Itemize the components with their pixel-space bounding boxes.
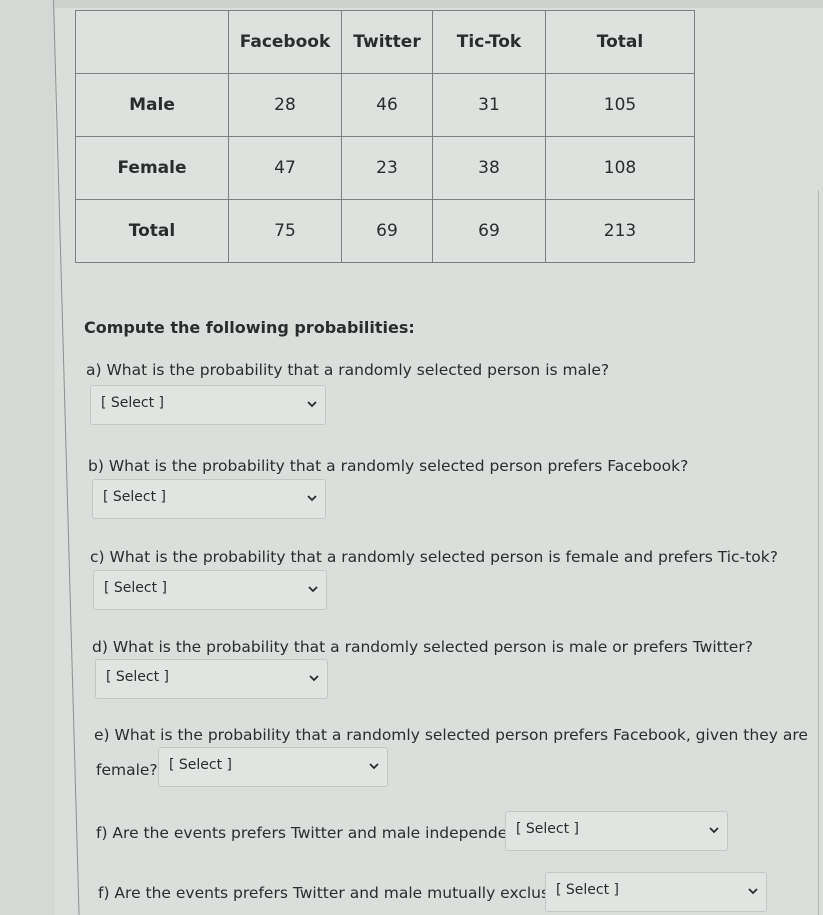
row-label: Male: [75, 73, 229, 137]
question-e-text: e) What is the probability that a random…: [94, 726, 808, 744]
column-header-tictok: Tic-Tok: [432, 10, 546, 74]
question-c-dropdown[interactable]: [ Select ]: [93, 570, 327, 610]
question-e-text-continued: female?: [96, 761, 158, 779]
question-a-text: a) What is the probability that a random…: [86, 361, 610, 379]
table-cell: 213: [545, 199, 695, 263]
dropdown-value: [ Select ]: [516, 821, 580, 837]
dropdown-value: [ Select ]: [103, 489, 167, 505]
dropdown-value: [ Select ]: [104, 580, 168, 596]
instructions-heading: Compute the following probabilities:: [84, 318, 415, 337]
chevron-down-icon: [305, 397, 319, 411]
table-cell: 46: [341, 73, 433, 137]
question-f-independent-text: f) Are the events prefers Twitter and ma…: [96, 824, 532, 842]
table-cell: 105: [545, 73, 695, 137]
quiz-question-content: Facebook Twitter Tic-Tok Total Male 28 4…: [0, 0, 823, 915]
question-c-text: c) What is the probability that a random…: [90, 548, 778, 566]
question-f-independent-dropdown[interactable]: [ Select ]: [505, 811, 728, 851]
chevron-down-icon: [707, 823, 721, 837]
question-f-exclusive-dropdown[interactable]: [ Select ]: [545, 872, 767, 912]
table-row-total: Total 75 69 69 213: [75, 199, 695, 263]
table-row-male: Male 28 46 31 105: [75, 73, 695, 137]
question-e-dropdown[interactable]: [ Select ]: [158, 747, 388, 787]
table-cell: 31: [432, 73, 546, 137]
dropdown-value: [ Select ]: [169, 757, 233, 773]
column-header-twitter: Twitter: [341, 10, 433, 74]
table-cell: 69: [432, 199, 546, 263]
row-label: Female: [75, 136, 229, 200]
table-cell: 28: [228, 73, 342, 137]
column-header-total: Total: [545, 10, 695, 74]
question-a-dropdown[interactable]: [ Select ]: [90, 385, 326, 425]
dropdown-value: [ Select ]: [101, 395, 165, 411]
question-d-dropdown[interactable]: [ Select ]: [95, 659, 328, 699]
table-header-row: Facebook Twitter Tic-Tok Total: [75, 10, 695, 74]
table-cell: 38: [432, 136, 546, 200]
question-b-text: b) What is the probability that a random…: [88, 457, 689, 475]
table-corner-cell: [75, 10, 229, 74]
chevron-down-icon: [305, 491, 319, 505]
question-b-dropdown[interactable]: [ Select ]: [92, 479, 326, 519]
table-cell: 69: [341, 199, 433, 263]
dropdown-value: [ Select ]: [556, 882, 620, 898]
table-row-female: Female 47 23 38 108: [75, 136, 695, 200]
table-cell: 47: [228, 136, 342, 200]
table-cell: 108: [545, 136, 695, 200]
chevron-down-icon: [307, 671, 321, 685]
chevron-down-icon: [367, 759, 381, 773]
question-f-exclusive-text: f) Are the events prefers Twitter and ma…: [98, 884, 581, 902]
contingency-table: Facebook Twitter Tic-Tok Total Male 28 4…: [75, 10, 695, 263]
table-cell: 23: [341, 136, 433, 200]
question-d-text: d) What is the probability that a random…: [92, 638, 753, 656]
chevron-down-icon: [746, 884, 760, 898]
column-header-facebook: Facebook: [228, 10, 342, 74]
dropdown-value: [ Select ]: [106, 669, 170, 685]
chevron-down-icon: [306, 582, 320, 596]
row-label: Total: [75, 199, 229, 263]
table-cell: 75: [228, 199, 342, 263]
